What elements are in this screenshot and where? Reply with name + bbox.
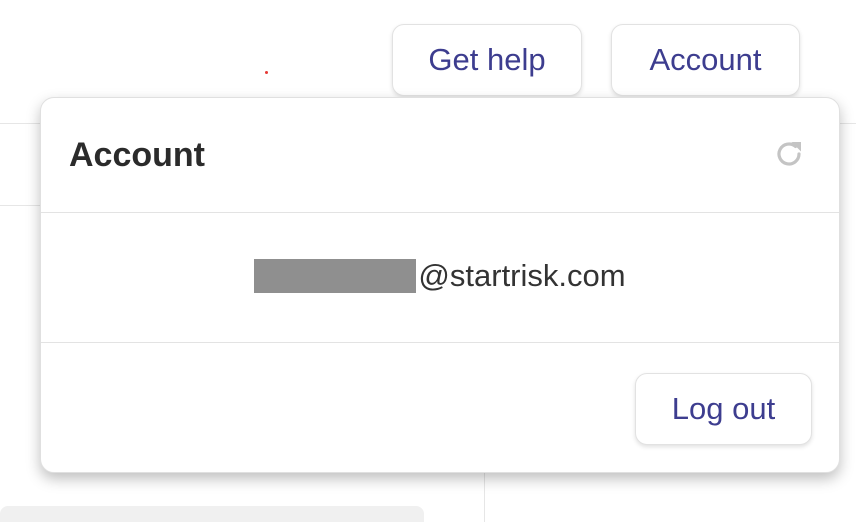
background-panel [0,506,424,522]
email-domain: @startrisk.com [418,257,626,293]
log-out-button[interactable]: Log out [635,373,812,445]
refresh-icon[interactable] [771,136,807,172]
popover-header: Account [41,98,839,213]
account-popover: Account @startrisk.com Log out [40,97,840,473]
background-column-divider [484,470,485,522]
account-button[interactable]: Account [611,24,800,96]
get-help-button[interactable]: Get help [392,24,582,96]
notification-dot [265,71,268,74]
refresh-icon-glyph [777,142,801,166]
app-page: Get help Account Account @startrisk.com … [0,0,856,522]
popover-title: Account [69,136,205,174]
popover-body: @startrisk.com [41,213,839,343]
redacted-email-local-part [254,258,417,293]
account-email: @startrisk.com [254,257,626,294]
